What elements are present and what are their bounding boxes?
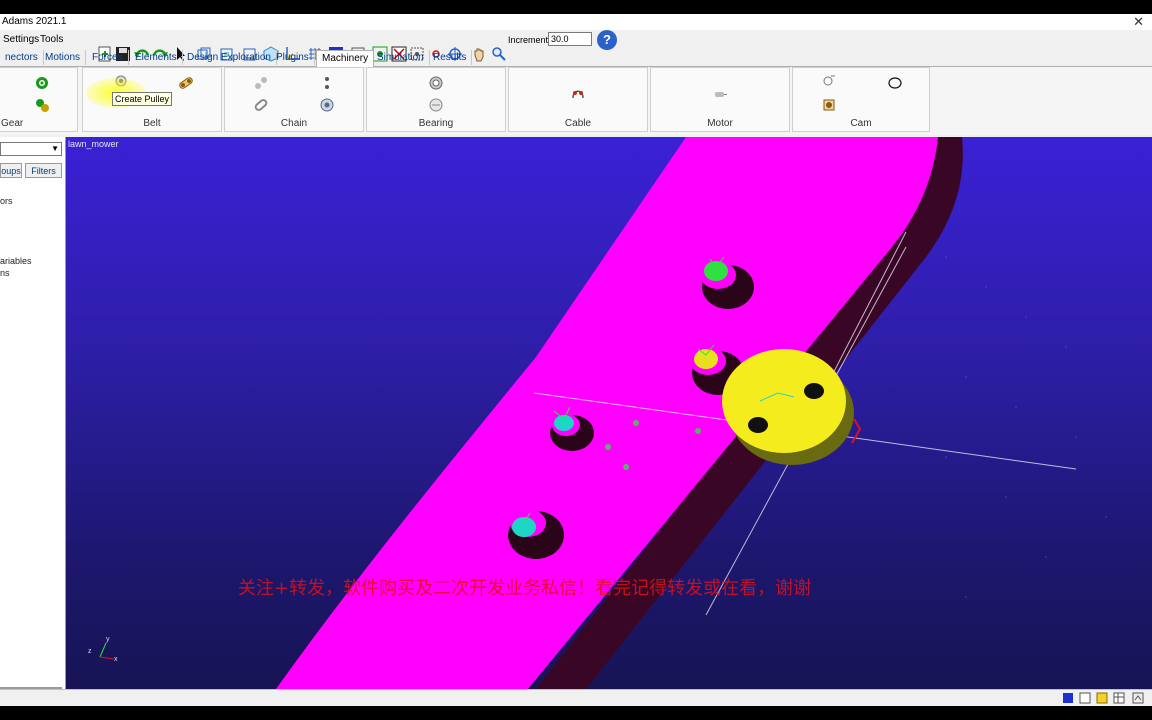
- tab-design-exploration[interactable]: Design Exploration: [182, 50, 277, 65]
- watermark-text: 关注+转发，软件购买及二次开发业务私信！看完记得转发或在看，谢谢: [238, 578, 812, 599]
- graphics-viewport[interactable]: lawn_mower z y x 关注+转发，软件购买及二次开发业务私信！看完记…: [66, 137, 1152, 689]
- menu-settings[interactable]: Settings: [3, 34, 39, 45]
- ribbon-tabs: nectors Motions Forces Elements Design E…: [0, 50, 1152, 67]
- tab-plugins[interactable]: Plugins: [271, 50, 315, 65]
- browser-item-4[interactable]: [0, 245, 3, 253]
- tab-forces[interactable]: Forces: [87, 50, 129, 65]
- close-icon[interactable]: ✕: [1133, 14, 1144, 30]
- tab-simulation[interactable]: Simulation: [372, 50, 430, 65]
- help-button[interactable]: ?: [597, 30, 617, 50]
- browser-dropdown[interactable]: ▼: [0, 142, 62, 156]
- model-canvas: z y x: [88, 137, 1107, 689]
- triad-y: y: [106, 636, 110, 643]
- group-label-motor: Motor: [707, 118, 733, 129]
- group-chain: Chain: [224, 67, 364, 132]
- tab-elements[interactable]: Elements: [130, 50, 183, 65]
- belt-icon[interactable]: [178, 75, 194, 91]
- status-settings-icon[interactable]: [1132, 692, 1144, 704]
- group-label-cable: Cable: [564, 118, 592, 129]
- tooltip-create-pulley: Create Pulley: [112, 92, 173, 106]
- chevron-down-icon: ▼: [51, 144, 59, 153]
- chain-icon[interactable]: [253, 97, 269, 113]
- status-table-icon[interactable]: [1113, 692, 1125, 704]
- group-label-bearing: Bearing: [418, 118, 454, 129]
- top-black-bar: [0, 0, 1152, 14]
- machinery-ribbon: Gear Belt Chain Bearing Cable Motor Cam: [0, 67, 1152, 135]
- gear-icon[interactable]: [34, 75, 50, 91]
- tab-motions[interactable]: Motions: [40, 50, 87, 65]
- group-gear: Gear: [0, 67, 78, 132]
- bottom-black-bar: [0, 706, 1152, 720]
- status-window-icon[interactable]: [1079, 692, 1091, 704]
- browser-item-variables[interactable]: ariables: [0, 256, 32, 266]
- status-info-icon[interactable]: [1096, 692, 1108, 704]
- title-bar: Adams 2021.1 ✕: [0, 14, 1152, 30]
- tab-connectors[interactable]: nectors: [0, 50, 44, 65]
- group-label-gear: Gear: [1, 118, 24, 129]
- motor-icon[interactable]: [712, 86, 728, 102]
- chain-point-icon[interactable]: [319, 75, 335, 91]
- tab-machinery[interactable]: Machinery: [316, 50, 375, 67]
- increment-input[interactable]: 30.0: [548, 32, 592, 46]
- status-bar: [0, 689, 1152, 707]
- chain-gear-icon[interactable]: [319, 97, 335, 113]
- cam-icon[interactable]: [821, 73, 837, 89]
- group-label-belt: Belt: [143, 118, 161, 129]
- bearing-icon[interactable]: [428, 75, 444, 91]
- cable-icon[interactable]: [570, 86, 586, 102]
- group-label-chain: Chain: [280, 118, 308, 129]
- menu-tools[interactable]: Tools: [40, 34, 63, 45]
- group-cam: Cam: [792, 67, 930, 132]
- gear-coupler-icon[interactable]: [34, 97, 50, 113]
- group-motor: Motor: [650, 67, 790, 132]
- cam-profile-icon[interactable]: [887, 75, 903, 91]
- bearing-detail-icon[interactable]: [428, 97, 444, 113]
- browser-item-markers[interactable]: ors: [0, 196, 13, 206]
- cam-follower-icon[interactable]: [821, 97, 837, 113]
- status-screen-icon[interactable]: [1062, 692, 1074, 704]
- triad-x: x: [114, 656, 118, 663]
- group-label-cam: Cam: [850, 118, 872, 129]
- adams-window: Adams 2021.1 ✕ Settings Tools Increment …: [0, 14, 1152, 707]
- browser-item-functions[interactable]: ns: [0, 268, 10, 278]
- group-bearing: Bearing: [366, 67, 506, 132]
- dot-grid: [945, 256, 1107, 598]
- triad-z: z: [88, 648, 92, 655]
- tab-results[interactable]: Results: [428, 50, 473, 65]
- browser-item-3[interactable]: [0, 233, 3, 241]
- sprocket-icon[interactable]: [253, 75, 269, 91]
- browser-tab-filters[interactable]: Filters: [25, 163, 62, 178]
- triad: z y x: [88, 636, 118, 663]
- model-browser: ▼ oups Filters ors ariables ns: [0, 137, 66, 689]
- window-title: Adams 2021.1: [2, 16, 67, 27]
- browser-tab-groups[interactable]: oups: [0, 163, 22, 178]
- increment-label: Increment: [508, 35, 549, 45]
- group-cable: Cable: [508, 67, 648, 132]
